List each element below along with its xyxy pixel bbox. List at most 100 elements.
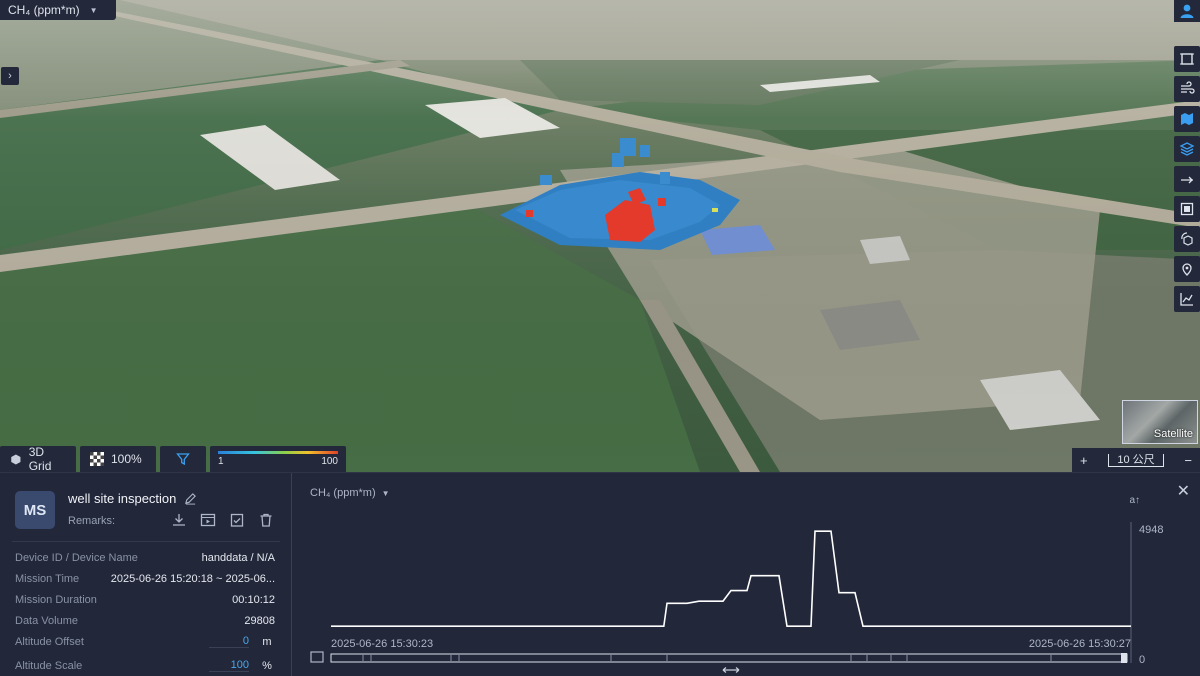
tool-rotate-cube-button[interactable] bbox=[1174, 226, 1200, 252]
zoom-out-button[interactable]: − bbox=[1184, 453, 1192, 468]
square-icon bbox=[1180, 202, 1194, 216]
user-account-button[interactable] bbox=[1174, 0, 1200, 22]
mission-actions bbox=[170, 511, 274, 528]
delete-button[interactable] bbox=[257, 511, 274, 528]
tool-location-pin-button[interactable] bbox=[1174, 256, 1200, 282]
report-button[interactable] bbox=[228, 511, 245, 528]
satellite-label: Satellite bbox=[1153, 428, 1193, 440]
legend-min: 1 bbox=[218, 456, 224, 467]
detail-row: Data Volume 29808 bbox=[15, 610, 275, 631]
tool-measure-button[interactable] bbox=[1174, 166, 1200, 192]
altitude-scale-row: Altitude Scale 100 % bbox=[15, 655, 275, 676]
chevron-down-icon: ▼ bbox=[381, 488, 390, 498]
edit-pencil-icon[interactable] bbox=[184, 492, 197, 505]
filter-button[interactable] bbox=[160, 446, 206, 472]
altitude-scale-unit: % bbox=[262, 659, 272, 672]
mission-title-text: well site inspection bbox=[68, 491, 177, 506]
altitude-offset-unit: m bbox=[262, 635, 272, 648]
mission-details: Device ID / Device Name handdata / N/A M… bbox=[15, 547, 275, 676]
playback-button[interactable] bbox=[199, 511, 216, 528]
resize-arrows-icon bbox=[722, 667, 740, 673]
map-controls: 3D Grid 100% 1 100 bbox=[0, 445, 346, 472]
measure-icon bbox=[1181, 176, 1193, 184]
altitude-offset-label: Altitude Offset bbox=[15, 635, 84, 648]
altitude-offset-row: Altitude Offset 0 m bbox=[15, 631, 275, 652]
altitude-scale-input[interactable]: 100 bbox=[209, 659, 249, 672]
map-3d-view[interactable]: CH₄ (ppm*m) ▼ › Satellite 3D Grid 100% 1… bbox=[0, 0, 1200, 472]
stack-icon bbox=[1179, 142, 1195, 156]
auto-scale-icon[interactable]: a↑ bbox=[1129, 495, 1140, 506]
metric-selector-label: CH₄ (ppm*m) bbox=[8, 3, 80, 17]
user-icon bbox=[1180, 4, 1194, 18]
detail-value: handdata / N/A bbox=[201, 551, 275, 564]
map-toolbar bbox=[1174, 46, 1200, 312]
opacity-control[interactable]: 100% bbox=[80, 446, 156, 472]
cube-icon bbox=[11, 453, 21, 465]
detail-row: Mission Time 2025-06-26 15:20:18 ~ 2025-… bbox=[15, 568, 275, 589]
download-button[interactable] bbox=[170, 511, 187, 528]
detail-value: 00:10:12 bbox=[232, 593, 275, 606]
color-scale-bar bbox=[218, 451, 338, 454]
trash-icon bbox=[260, 513, 271, 527]
detail-row: Device ID / Device Name handdata / N/A bbox=[15, 547, 275, 568]
timeline-handle bbox=[1121, 653, 1127, 663]
color-legend[interactable]: 1 100 bbox=[210, 446, 346, 472]
wind-icon bbox=[1181, 81, 1195, 94]
satellite-terrain bbox=[0, 0, 1200, 472]
crop-icon bbox=[1180, 53, 1194, 65]
tool-square-button[interactable] bbox=[1174, 196, 1200, 222]
chevron-right-icon: › bbox=[8, 70, 12, 82]
basemap-satellite-toggle[interactable]: Satellite bbox=[1122, 400, 1198, 444]
zoom-scale-bar: + 10 公尺 − bbox=[1072, 448, 1200, 472]
timeline-play-icon bbox=[310, 651, 324, 663]
tool-crop-button[interactable] bbox=[1174, 46, 1200, 72]
altitude-scale-label: Altitude Scale bbox=[15, 659, 83, 672]
timeline-track bbox=[330, 653, 1128, 663]
detail-key: Mission Duration bbox=[15, 593, 97, 606]
tool-layers-map-button[interactable] bbox=[1174, 106, 1200, 132]
detail-row: Mission Duration 00:10:12 bbox=[15, 589, 275, 610]
tool-wind-button[interactable] bbox=[1174, 76, 1200, 102]
mission-info: MS well site inspection Remarks: Device … bbox=[0, 473, 292, 676]
chart-metric-selector[interactable]: CH₄ (ppm*m) ▼ bbox=[310, 487, 390, 499]
location-pin-icon bbox=[1182, 263, 1192, 276]
detail-key: Device ID / Device Name bbox=[15, 551, 138, 564]
metric-selector[interactable]: CH₄ (ppm*m) ▼ bbox=[0, 0, 116, 20]
series-line bbox=[331, 530, 1131, 628]
detail-value: 29808 bbox=[244, 614, 275, 627]
chart-line-icon bbox=[1180, 293, 1193, 306]
x-end-label: 2025-06-26 15:30:27 bbox=[1029, 638, 1131, 650]
scale-label: 10 公尺 bbox=[1108, 453, 1164, 467]
chart-metric-label: CH₄ (ppm*m) bbox=[310, 487, 376, 499]
3d-grid-toggle[interactable]: 3D Grid bbox=[0, 445, 76, 472]
chevron-down-icon: ▼ bbox=[89, 5, 98, 15]
rotate-cube-icon bbox=[1181, 232, 1193, 246]
y-tick-label-max: 4948 bbox=[1139, 524, 1163, 536]
divider bbox=[12, 541, 280, 542]
opacity-label: 100% bbox=[111, 452, 142, 466]
legend-max: 100 bbox=[321, 456, 338, 467]
mission-panel: MS well site inspection Remarks: Device … bbox=[0, 472, 1200, 676]
clipboard-check-icon bbox=[230, 513, 243, 527]
close-panel-button[interactable]: ✕ bbox=[1177, 481, 1190, 501]
chart-svg[interactable]: 4948 0 2025-06-26 15:30:23 2025-06-26 15:30… bbox=[293, 473, 1200, 676]
detail-value: 2025-06-26 15:20:18 ~ 2025-06... bbox=[110, 572, 275, 585]
mission-title: well site inspection bbox=[68, 491, 197, 506]
remarks-label: Remarks: bbox=[68, 515, 116, 527]
app-window: CH₄ (ppm*m) ▼ › Satellite 3D Grid 100% 1… bbox=[0, 0, 1200, 676]
checkerboard-icon bbox=[90, 452, 104, 466]
video-playback-icon bbox=[200, 513, 215, 526]
time-series-chart: 4948 0 2025-06-26 15:30:23 2025-06-26 15:30… bbox=[293, 473, 1200, 676]
altitude-offset-input[interactable]: 0 bbox=[209, 635, 249, 648]
expand-panel-button[interactable]: › bbox=[1, 67, 19, 85]
tool-chart-line-button[interactable] bbox=[1174, 286, 1200, 312]
detail-key: Data Volume bbox=[15, 614, 78, 627]
tool-stack-button[interactable] bbox=[1174, 136, 1200, 162]
zoom-in-button[interactable]: + bbox=[1080, 453, 1088, 468]
avatar: MS bbox=[15, 491, 55, 529]
y-tick-label-min: 0 bbox=[1139, 654, 1145, 666]
layers-map-icon bbox=[1181, 113, 1193, 125]
3d-grid-label: 3D Grid bbox=[28, 445, 52, 472]
filter-icon bbox=[176, 453, 190, 466]
download-icon bbox=[172, 513, 185, 526]
